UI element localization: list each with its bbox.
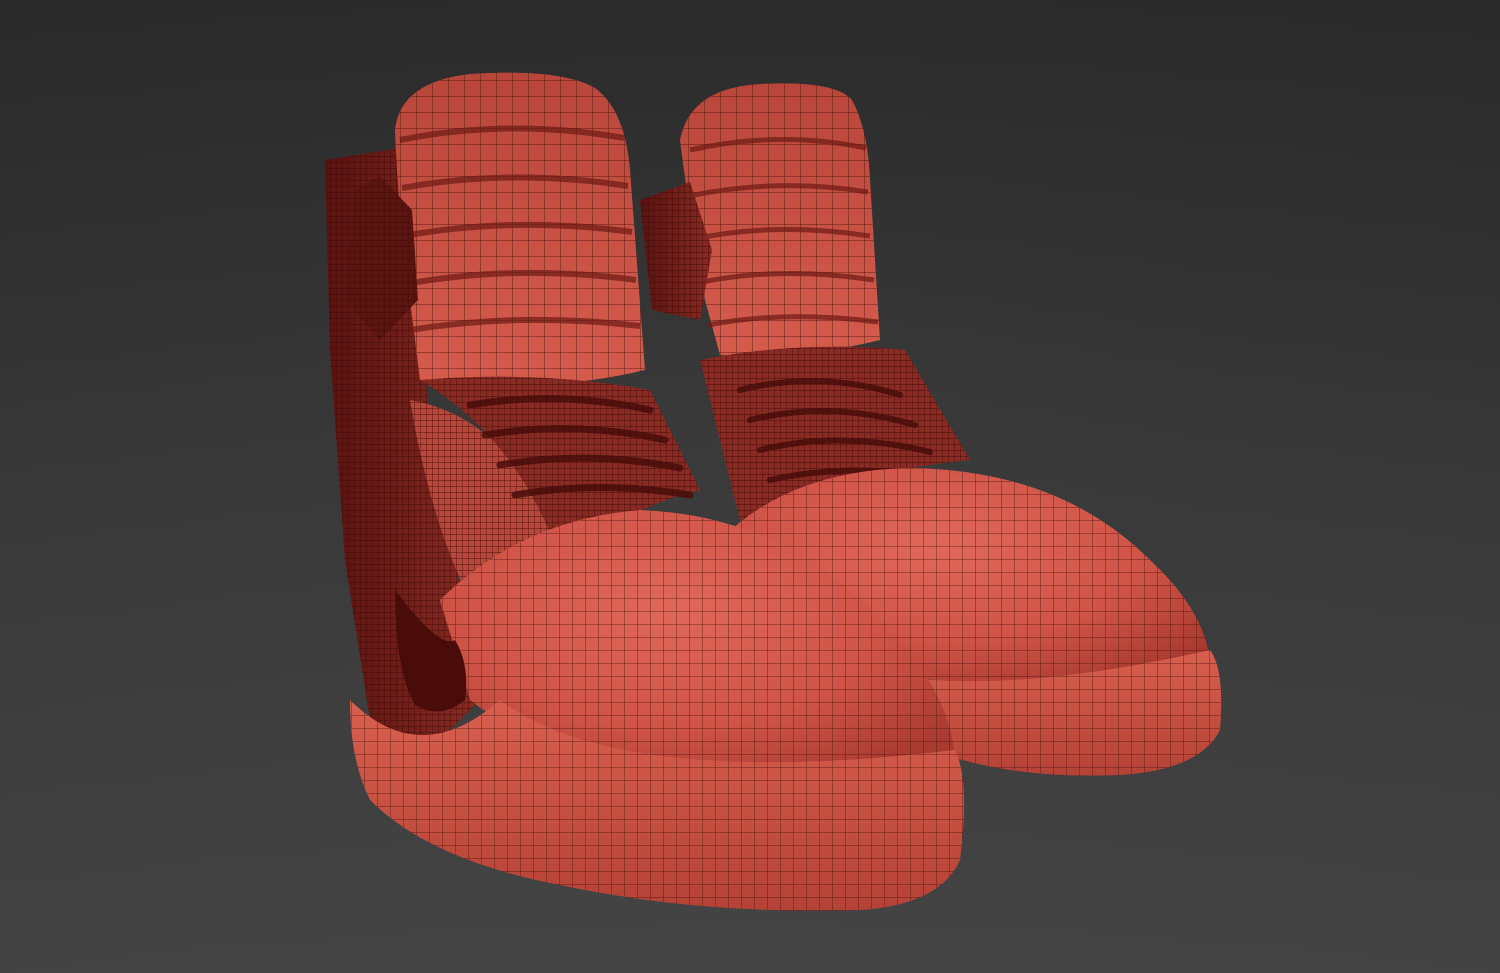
3d-viewport[interactable] (0, 0, 1500, 973)
wireframe-scene (325, 72, 1222, 911)
